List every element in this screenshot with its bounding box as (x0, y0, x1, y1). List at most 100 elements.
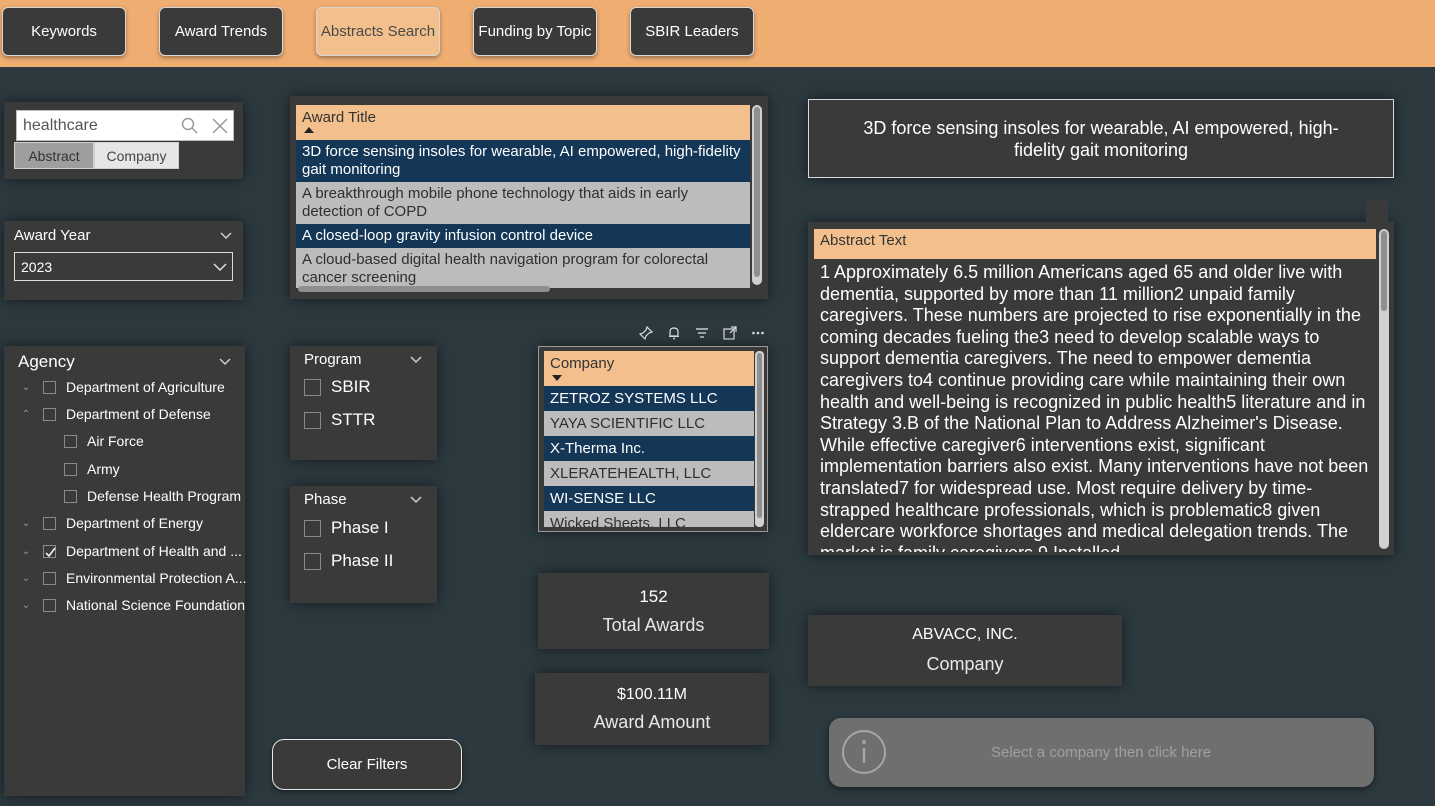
total-awards-value: 152 (639, 586, 668, 606)
table-row[interactable]: A cloud-based digital health navigation … (296, 248, 750, 288)
expand-chevron-icon[interactable]: ⌄ (20, 573, 32, 584)
agency-item-army[interactable]: Army (64, 458, 120, 480)
checkbox[interactable] (304, 378, 321, 396)
checkbox[interactable] (64, 434, 77, 448)
option-label: Phase I (331, 518, 389, 537)
agency-item-label: Department of Agriculture (66, 379, 225, 395)
search-abstract-toggle[interactable]: Abstract (14, 142, 94, 169)
vertical-scrollbar[interactable] (752, 105, 762, 285)
chevron-down-icon (212, 262, 228, 272)
option-label: STTR (331, 410, 376, 429)
info-icon (841, 729, 887, 775)
agency-item-hhs[interactable]: ⌄ Department of Health and ... (20, 540, 242, 562)
abstract-header: Abstract Text (814, 229, 1376, 259)
checkbox[interactable] (43, 571, 56, 585)
search-input[interactable] (17, 116, 177, 135)
agency-item-epa[interactable]: ⌄ Environmental Protection A... (20, 567, 247, 589)
table-row[interactable]: WI-SENSE LLC (544, 486, 754, 511)
award-year-slicer: Award Year 2023 (4, 221, 243, 300)
table-row[interactable]: 3D force sensing insoles for wearable, A… (296, 140, 750, 182)
table-row[interactable]: ZETROZ SYSTEMS LLC (544, 386, 754, 411)
agency-item-air-force[interactable]: Air Force (64, 430, 144, 452)
award-title-header[interactable]: Award Title (296, 105, 750, 140)
clear-search-icon[interactable] (211, 117, 229, 135)
search-icon[interactable] (181, 117, 199, 135)
agency-item-agriculture[interactable]: ⌄ Department of Agriculture (20, 376, 225, 398)
table-row[interactable]: X-Therma Inc. (544, 436, 754, 461)
clear-filters-button[interactable]: Clear Filters (272, 739, 462, 790)
phase-header: Phase (304, 491, 423, 508)
agency-item-energy[interactable]: ⌄ Department of Energy (20, 512, 203, 534)
checkbox[interactable] (304, 411, 321, 429)
expand-chevron-icon[interactable]: ⌄ (20, 546, 32, 557)
search-company-toggle[interactable]: Company (94, 142, 179, 169)
company-header[interactable]: Company (544, 351, 754, 386)
table-row[interactable]: A closed-loop gravity infusion control d… (296, 224, 750, 248)
agency-item-nsf[interactable]: ⌄ National Science Foundation (20, 594, 245, 616)
table-row[interactable]: Wicked Sheets, LLC (544, 511, 754, 527)
expand-chevron-icon[interactable]: ⌄ (20, 382, 32, 393)
option-label: Phase II (331, 551, 394, 570)
sort-ascending-icon[interactable] (304, 127, 314, 133)
award-year-header: Award Year (14, 227, 233, 244)
abstract-panel: Abstract Text 1 Approximately 6.5 millio… (808, 200, 1394, 555)
table-row[interactable]: YAYA SCIENTIFIC LLC (544, 411, 754, 436)
checkbox[interactable] (304, 552, 321, 570)
agency-item-defense-health[interactable]: Defense Health Program (64, 485, 241, 507)
nav-keywords-button[interactable]: Keywords (2, 7, 126, 56)
column-header-label: Award Title (302, 109, 376, 126)
phase-option-2[interactable]: Phase II (304, 549, 423, 573)
agency-item-label: Defense Health Program (87, 488, 242, 504)
total-awards-card: 152 Total Awards (538, 573, 769, 649)
program-option-sttr[interactable]: STTR (304, 408, 423, 432)
bell-icon[interactable] (667, 326, 681, 340)
search-box (16, 110, 234, 141)
phase-label: Phase (304, 491, 347, 508)
vertical-scrollbar[interactable] (1379, 229, 1389, 549)
visual-header-toolbar (632, 322, 772, 344)
checkbox[interactable] (43, 598, 56, 612)
selected-title-text: 3D force sensing insoles for wearable, A… (863, 117, 1339, 160)
nav-funding-by-topic-button[interactable]: Funding by Topic (473, 7, 597, 56)
nav-sbir-leaders-button[interactable]: SBIR Leaders (630, 7, 754, 56)
chevron-down-icon[interactable] (219, 231, 233, 241)
sort-descending-icon[interactable] (552, 375, 562, 381)
agency-slicer: Agency ⌄ Department of Agriculture ⌃ Depar… (4, 346, 247, 796)
checkbox[interactable] (64, 489, 77, 503)
chevron-down-icon[interactable] (409, 355, 423, 365)
abstract-header-label: Abstract Text (820, 232, 907, 249)
vertical-scrollbar[interactable] (755, 351, 764, 527)
option-label: SBIR (331, 377, 371, 396)
horizontal-scrollbar[interactable] (298, 286, 550, 292)
table-row[interactable]: XLERATEHEALTH, LLC (544, 461, 754, 486)
award-year-select[interactable]: 2023 (14, 252, 233, 281)
pin-icon[interactable] (639, 326, 653, 340)
chevron-down-icon[interactable] (409, 495, 423, 505)
phase-option-1[interactable]: Phase I (304, 516, 423, 540)
checkbox[interactable] (43, 380, 56, 394)
panel-tab (1366, 200, 1388, 222)
company-table: Company ZETROZ SYSTEMS LLC YAYA SCIENTIF… (538, 346, 768, 532)
company-card-value: ABVACC, INC. (912, 626, 1018, 643)
agency-label: Agency (18, 352, 75, 371)
table-row[interactable]: A breakthrough mobile phone technology t… (296, 182, 750, 224)
agency-item-label: National Science Foundation (66, 597, 246, 613)
checkbox[interactable] (64, 462, 77, 476)
expand-chevron-icon[interactable]: ⌄ (20, 518, 32, 529)
checkbox[interactable] (304, 519, 321, 537)
expand-chevron-icon[interactable]: ⌄ (20, 600, 32, 611)
chevron-down-icon[interactable] (218, 357, 232, 367)
nav-award-trends-button[interactable]: Award Trends (159, 7, 283, 56)
agency-item-label: Army (87, 461, 120, 477)
agency-item-defense[interactable]: ⌃ Department of Defense (20, 403, 211, 425)
checkbox[interactable] (43, 407, 56, 421)
filter-icon[interactable] (695, 326, 709, 340)
program-option-sbir[interactable]: SBIR (304, 375, 423, 399)
collapse-chevron-icon[interactable]: ⌃ (20, 409, 32, 420)
checkbox[interactable] (43, 516, 56, 530)
checkbox-checked[interactable] (43, 544, 56, 558)
company-details-button[interactable]: Select a company then click here (829, 718, 1374, 787)
more-options-icon[interactable] (751, 326, 765, 340)
focus-mode-icon[interactable] (723, 326, 737, 340)
nav-abstracts-search-button[interactable]: Abstracts Search (316, 7, 440, 56)
